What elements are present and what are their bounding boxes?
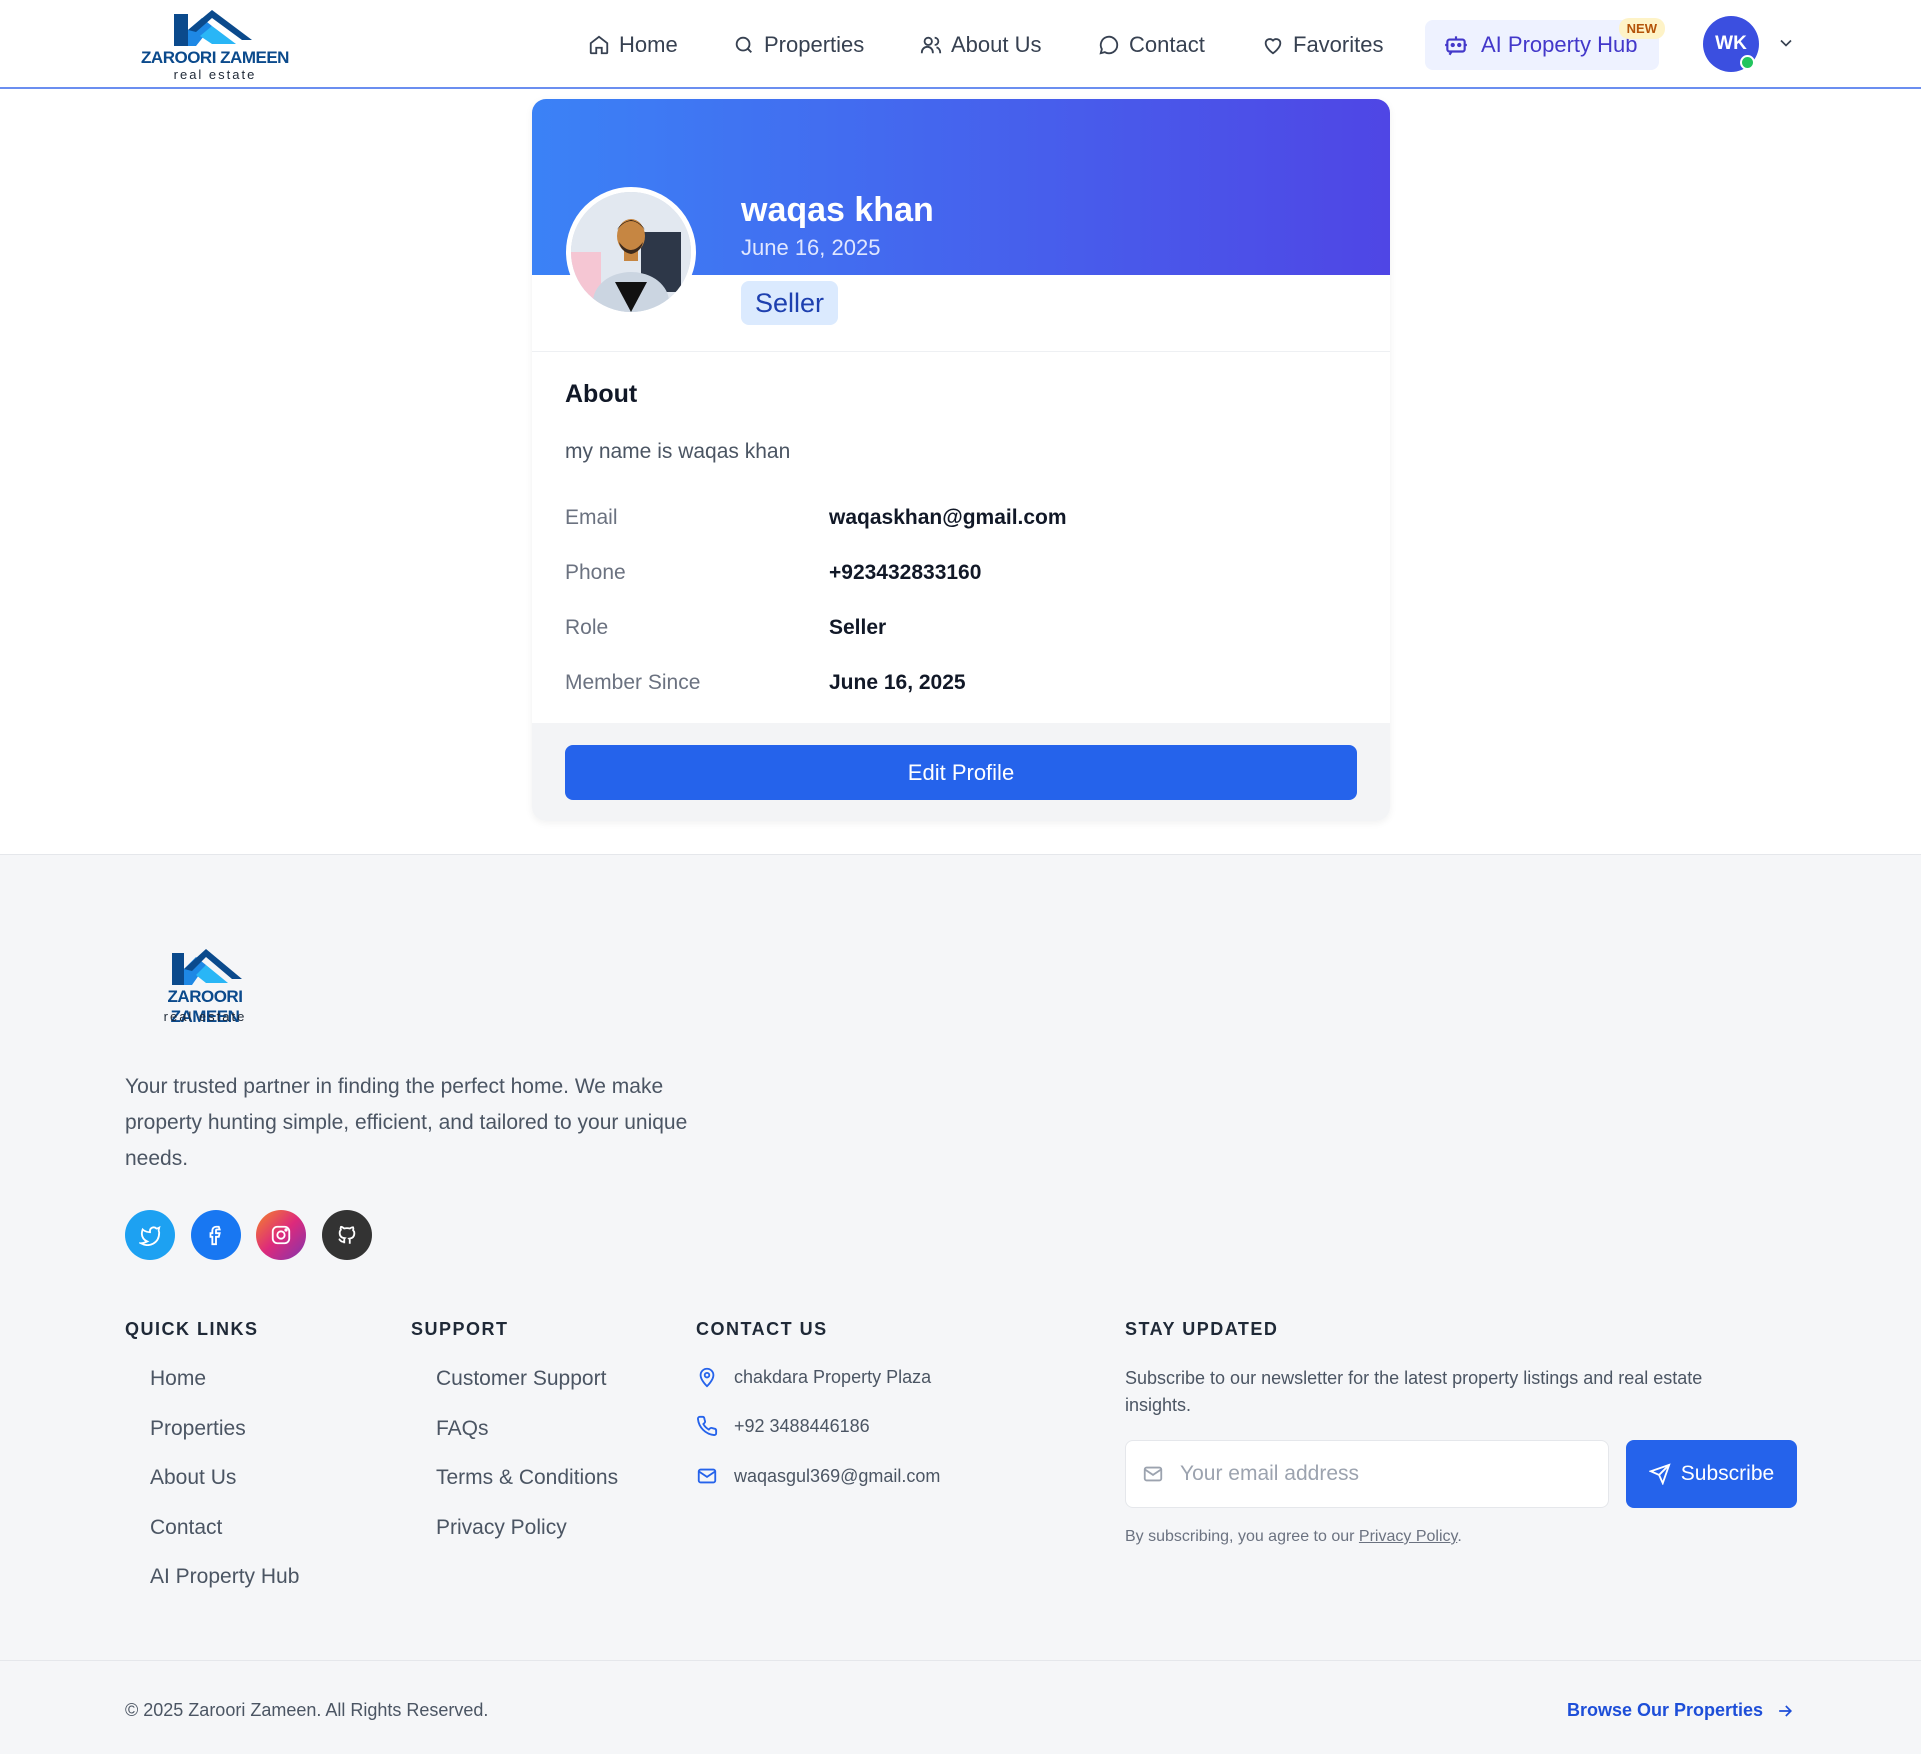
arrow-right-icon <box>1779 1704 1793 1717</box>
online-status-indicator <box>1740 55 1755 70</box>
footer-link-privacy-policy[interactable]: Privacy Policy <box>436 1516 567 1540</box>
privacy-policy-link[interactable]: Privacy Policy <box>1359 1528 1457 1545</box>
footer-link-faqs[interactable]: FAQs <box>436 1417 489 1441</box>
nav-ai-property-hub[interactable]: AI Property Hub NEW <box>1425 18 1665 70</box>
nav-contact[interactable]: Contact <box>1098 28 1205 62</box>
edit-profile-button[interactable]: Edit Profile <box>565 745 1357 800</box>
contact-heading: CONTACT US <box>696 1319 828 1339</box>
send-icon <box>1648 1463 1671 1485</box>
contact-email[interactable]: waqasgul369@gmail.com <box>696 1465 940 1487</box>
person-photo-icon <box>571 192 691 312</box>
role-value: Seller <box>829 616 887 639</box>
subscribe-button[interactable]: Subscribe <box>1626 1440 1797 1508</box>
facebook-icon <box>209 1225 221 1246</box>
instagram-button[interactable] <box>256 1210 306 1260</box>
nav-about-us-label: About Us <box>951 32 1042 57</box>
footer-logo[interactable]: ZAROORI ZAMEEN real estate <box>140 941 270 1031</box>
facebook-button[interactable] <box>191 1210 241 1260</box>
subscribe-label: Subscribe <box>1680 1462 1775 1485</box>
phone-label: Phone <box>565 561 626 584</box>
contact-email-text: waqasgul369@gmail.com <box>734 1465 941 1486</box>
phone-value: +923432833160 <box>829 561 982 584</box>
contact-phone[interactable]: +92 3488446186 <box>696 1415 870 1437</box>
home-icon <box>589 35 609 55</box>
search-icon <box>735 36 752 53</box>
footer-link-customer-support[interactable]: Customer Support <box>436 1367 606 1391</box>
github-icon <box>338 1225 356 1244</box>
newsletter-legal: By subscribing, you agree to our Privacy… <box>1125 1528 1462 1546</box>
twitter-button[interactable] <box>125 1210 175 1260</box>
footer-description: Your trusted partner in finding the perf… <box>125 1075 688 1170</box>
footer-link-about-us[interactable]: About Us <box>150 1466 236 1490</box>
footer-link-contact[interactable]: Contact <box>150 1516 222 1540</box>
footer-link-properties[interactable]: Properties <box>150 1417 246 1441</box>
nav-favorites-label: Favorites <box>1293 32 1384 57</box>
github-button[interactable] <box>322 1210 372 1260</box>
message-icon <box>1099 35 1119 55</box>
nav-ai-label: AI Property Hub <box>1481 32 1638 57</box>
profile-photo <box>566 187 696 317</box>
users-icon <box>920 36 942 54</box>
browse-label: Browse Our Properties <box>1567 1700 1764 1720</box>
phone-icon <box>697 1415 718 1436</box>
site-header: ZAROORI ZAMEEN real estate Home Properti… <box>0 0 1921 89</box>
nav-about-us[interactable]: About Us <box>920 28 1042 62</box>
email-value: waqaskhan@gmail.com <box>829 506 1067 529</box>
newsletter-email-field[interactable] <box>1125 1440 1609 1508</box>
newsletter-email-input[interactable] <box>1180 1462 1600 1486</box>
browse-properties-link[interactable]: Browse Our Properties <box>1567 1700 1795 1721</box>
quick-links-heading: QUICK LINKS <box>125 1319 259 1339</box>
copyright: © 2025 Zaroori Zameen. All Rights Reserv… <box>125 1700 489 1720</box>
site-footer: ZAROORI ZAMEEN real estate Your trusted … <box>0 854 1921 1754</box>
nav-favorites[interactable]: Favorites <box>1262 28 1383 62</box>
brand-name: ZAROORI ZAMEEN <box>141 48 289 67</box>
nav-contact-label: Contact <box>1129 32 1205 57</box>
twitter-icon <box>139 1225 161 1246</box>
map-pin-icon <box>699 1367 715 1388</box>
nav-home[interactable]: Home <box>588 28 678 62</box>
card-divider <box>532 351 1390 352</box>
role-badge: Seller <box>741 281 839 325</box>
nav-home-label: Home <box>619 32 678 57</box>
profile-name: waqas khan <box>741 191 934 229</box>
footer-link-ai-property-hub[interactable]: AI Property Hub <box>150 1565 299 1589</box>
newsletter-description: Subscribe to our newsletter for the late… <box>1125 1368 1703 1415</box>
footer-link-terms[interactable]: Terms & Conditions <box>436 1466 618 1490</box>
brand-logo[interactable]: ZAROORI ZAMEEN real estate <box>140 6 290 82</box>
heart-icon <box>1264 38 1282 55</box>
about-text: my name is waqas khan <box>565 440 791 463</box>
profile-card: waqas khan June 16, 2025 Seller About my… <box>532 99 1390 821</box>
contact-address-text: chakdara Property Plaza <box>734 1366 932 1387</box>
house-logo-icon <box>174 10 252 46</box>
member-since-value: June 16, 2025 <box>829 671 966 694</box>
contact-phone-text: +92 3488446186 <box>734 1415 870 1436</box>
email-label: Email <box>565 506 618 529</box>
mail-icon <box>1143 1466 1163 1482</box>
contact-address: chakdara Property Plaza <box>696 1366 931 1388</box>
brand-tagline: real estate <box>173 67 257 82</box>
legal-prefix: By subscribing, you agree to our <box>1125 1528 1355 1545</box>
nav-properties[interactable]: Properties <box>733 28 864 62</box>
chevron-down-icon[interactable] <box>1776 33 1796 53</box>
about-heading: About <box>565 380 638 408</box>
card-actions: Edit Profile <box>532 723 1390 821</box>
member-since-label: Member Since <box>565 671 701 694</box>
profile-join-date: June 16, 2025 <box>741 235 881 260</box>
mail-icon <box>697 1468 717 1484</box>
legal-suffix: . <box>1457 1528 1462 1545</box>
new-badge: NEW <box>1618 18 1665 39</box>
footer-brand-tagline: real estate <box>163 1009 247 1024</box>
instagram-icon <box>271 1225 291 1245</box>
bot-icon <box>1445 36 1467 56</box>
support-heading: SUPPORT <box>411 1319 509 1339</box>
nav-properties-label: Properties <box>764 32 865 57</box>
footer-link-home[interactable]: Home <box>150 1367 206 1391</box>
newsletter-heading: STAY UPDATED <box>1125 1319 1279 1339</box>
house-logo-icon <box>172 949 242 985</box>
role-label: Role <box>565 616 609 639</box>
footer-divider <box>0 1660 1921 1661</box>
